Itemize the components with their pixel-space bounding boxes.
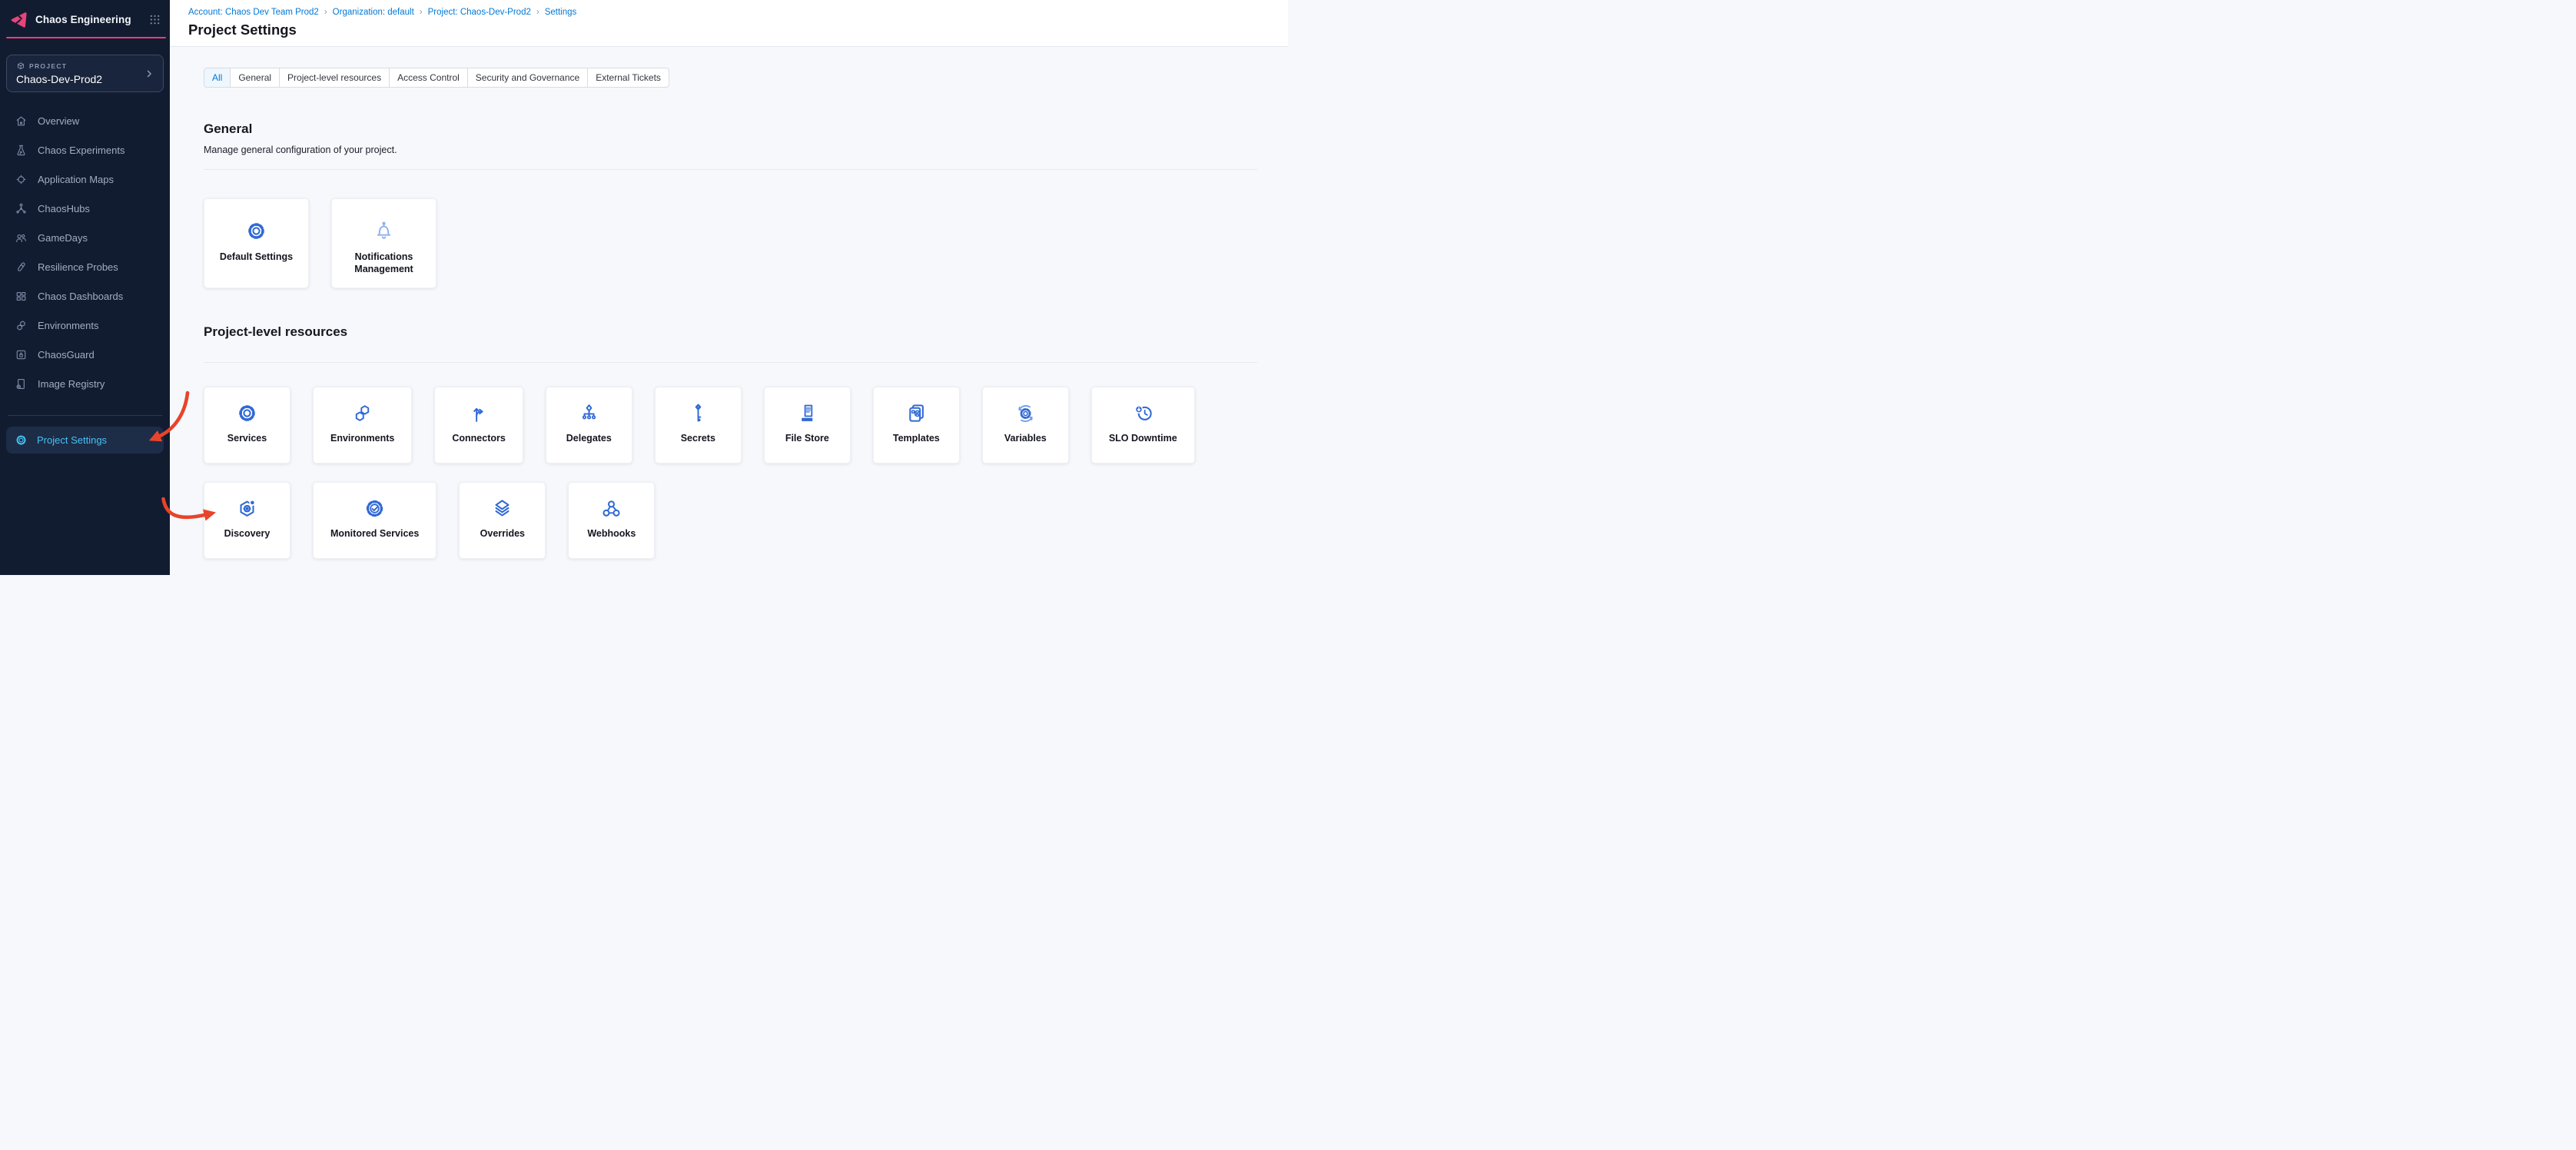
card-variables[interactable]: Variables bbox=[982, 387, 1069, 464]
breadcrumb-item[interactable]: Organization: default bbox=[333, 8, 414, 17]
card-environments[interactable]: Environments bbox=[313, 387, 412, 464]
sidebar-item-overview[interactable]: Overview bbox=[0, 106, 170, 135]
resource-cards-row1: Services Environments Connectors Delegat… bbox=[204, 387, 1257, 464]
gear-icon bbox=[236, 402, 258, 424]
project-selector[interactable]: PROJECT Chaos-Dev-Prod2 bbox=[6, 55, 164, 92]
card-services[interactable]: Services bbox=[204, 387, 290, 464]
hexagons-icon bbox=[15, 319, 28, 332]
breadcrumb-separator-icon: › bbox=[420, 8, 423, 17]
card-overrides[interactable]: Overrides bbox=[459, 482, 546, 559]
breadcrumb-item[interactable]: Account: Chaos Dev Team Prod2 bbox=[188, 8, 319, 17]
breadcrumb-item[interactable]: Project: Chaos-Dev-Prod2 bbox=[428, 8, 531, 17]
app-header: Chaos Engineering bbox=[0, 0, 170, 38]
card-templates[interactable]: Templates bbox=[873, 387, 960, 464]
people-icon bbox=[15, 231, 28, 244]
tab-security-and-governance[interactable]: Security and Governance bbox=[468, 68, 588, 87]
sidebar-item-project-settings[interactable]: Project Settings bbox=[6, 427, 164, 454]
registry-icon bbox=[15, 377, 28, 391]
project-label: PROJECT bbox=[29, 62, 67, 70]
sidebar-item-chaos-experiments[interactable]: Chaos Experiments bbox=[0, 135, 170, 165]
gear-check-icon bbox=[363, 497, 386, 520]
breadcrumb-item[interactable]: Settings bbox=[545, 8, 577, 17]
tab-project-level-resources[interactable]: Project-level resources bbox=[280, 68, 390, 87]
sidebar-item-image-registry[interactable]: Image Registry bbox=[0, 369, 170, 398]
general-section-heading: General bbox=[204, 121, 1257, 137]
sidebar-nav: Overview Chaos Experiments Application M… bbox=[0, 106, 170, 398]
project-name: Chaos-Dev-Prod2 bbox=[16, 73, 144, 85]
card-connectors[interactable]: Connectors bbox=[434, 387, 523, 464]
resource-cards-row2: Discovery Monitored Services Overrides W… bbox=[204, 482, 1257, 559]
sidebar-item-environments[interactable]: Environments bbox=[0, 311, 170, 340]
templates-icon bbox=[905, 402, 928, 424]
page-title: Project Settings bbox=[188, 22, 1288, 38]
main-content: Account: Chaos Dev Team Prod2 › Organiza… bbox=[170, 0, 1288, 575]
general-section-description: Manage general configuration of your pro… bbox=[204, 145, 1257, 155]
sidebar: Chaos Engineering PROJECT Chaos-Dev-Prod bbox=[0, 0, 170, 575]
harness-logo-icon bbox=[9, 10, 28, 29]
breadcrumb-separator-icon: › bbox=[324, 8, 327, 17]
card-webhooks[interactable]: Webhooks bbox=[568, 482, 655, 559]
gear-icon bbox=[245, 220, 267, 242]
grid-icon[interactable] bbox=[149, 14, 161, 25]
discovery-icon bbox=[236, 497, 258, 520]
settings-body: AllGeneralProject-level resourcesAccess … bbox=[170, 47, 1288, 559]
target-icon bbox=[15, 173, 28, 186]
gear-icon bbox=[15, 434, 28, 447]
cube-icon bbox=[16, 61, 25, 71]
card-delegates[interactable]: Delegates bbox=[546, 387, 632, 464]
dashboard-icon bbox=[15, 290, 28, 303]
app-title: Chaos Engineering bbox=[35, 14, 142, 25]
breadcrumb: Account: Chaos Dev Team Prod2 › Organiza… bbox=[188, 8, 1288, 17]
bell-icon bbox=[373, 220, 395, 242]
resources-section-heading: Project-level resources bbox=[204, 324, 1257, 340]
card-notifications-management[interactable]: Notifications Management bbox=[331, 198, 437, 288]
page-header: Account: Chaos Dev Team Prod2 › Organiza… bbox=[170, 0, 1288, 47]
tab-all[interactable]: All bbox=[204, 68, 231, 87]
sidebar-item-resilience-probes[interactable]: Resilience Probes bbox=[0, 252, 170, 281]
variables-icon bbox=[1014, 402, 1037, 424]
settings-tabs: AllGeneralProject-level resourcesAccess … bbox=[204, 68, 669, 88]
flask-icon bbox=[15, 144, 28, 157]
lock-icon bbox=[15, 348, 28, 361]
tab-access-control[interactable]: Access Control bbox=[390, 68, 468, 87]
clock-downtime-icon bbox=[1132, 402, 1154, 424]
layers-icon bbox=[491, 497, 513, 520]
sidebar-item-chaosguard[interactable]: ChaosGuard bbox=[0, 340, 170, 369]
webhook-icon bbox=[600, 497, 622, 520]
card-slo-downtime[interactable]: SLO Downtime bbox=[1091, 387, 1195, 464]
hexagons-icon bbox=[351, 402, 373, 424]
card-monitored-services[interactable]: Monitored Services bbox=[313, 482, 437, 559]
hierarchy-icon bbox=[578, 402, 600, 424]
section-divider bbox=[204, 362, 1257, 363]
sidebar-item-chaos-dashboards[interactable]: Chaos Dashboards bbox=[0, 281, 170, 311]
card-default-settings[interactable]: Default Settings bbox=[204, 198, 309, 288]
tab-external-tickets[interactable]: External Tickets bbox=[588, 68, 669, 87]
sidebar-divider bbox=[8, 415, 162, 416]
general-cards: Default Settings Notifications Managemen… bbox=[204, 198, 1257, 288]
section-divider bbox=[204, 169, 1257, 170]
sidebar-item-gamedays[interactable]: GameDays bbox=[0, 223, 170, 252]
network-icon bbox=[15, 202, 28, 215]
card-secrets[interactable]: Secrets bbox=[655, 387, 742, 464]
sidebar-item-application-maps[interactable]: Application Maps bbox=[0, 165, 170, 194]
card-discovery[interactable]: Discovery bbox=[204, 482, 290, 559]
probe-icon bbox=[15, 261, 28, 274]
key-icon bbox=[687, 402, 709, 424]
home-icon bbox=[15, 115, 28, 128]
chevron-right-icon bbox=[144, 69, 154, 78]
breadcrumb-separator-icon: › bbox=[536, 8, 539, 17]
file-store-icon bbox=[796, 402, 818, 424]
card-file-store[interactable]: File Store bbox=[764, 387, 851, 464]
sidebar-item-chaoshubs[interactable]: ChaosHubs bbox=[0, 194, 170, 223]
fork-arrows-icon bbox=[468, 402, 490, 424]
tab-general[interactable]: General bbox=[231, 68, 280, 87]
